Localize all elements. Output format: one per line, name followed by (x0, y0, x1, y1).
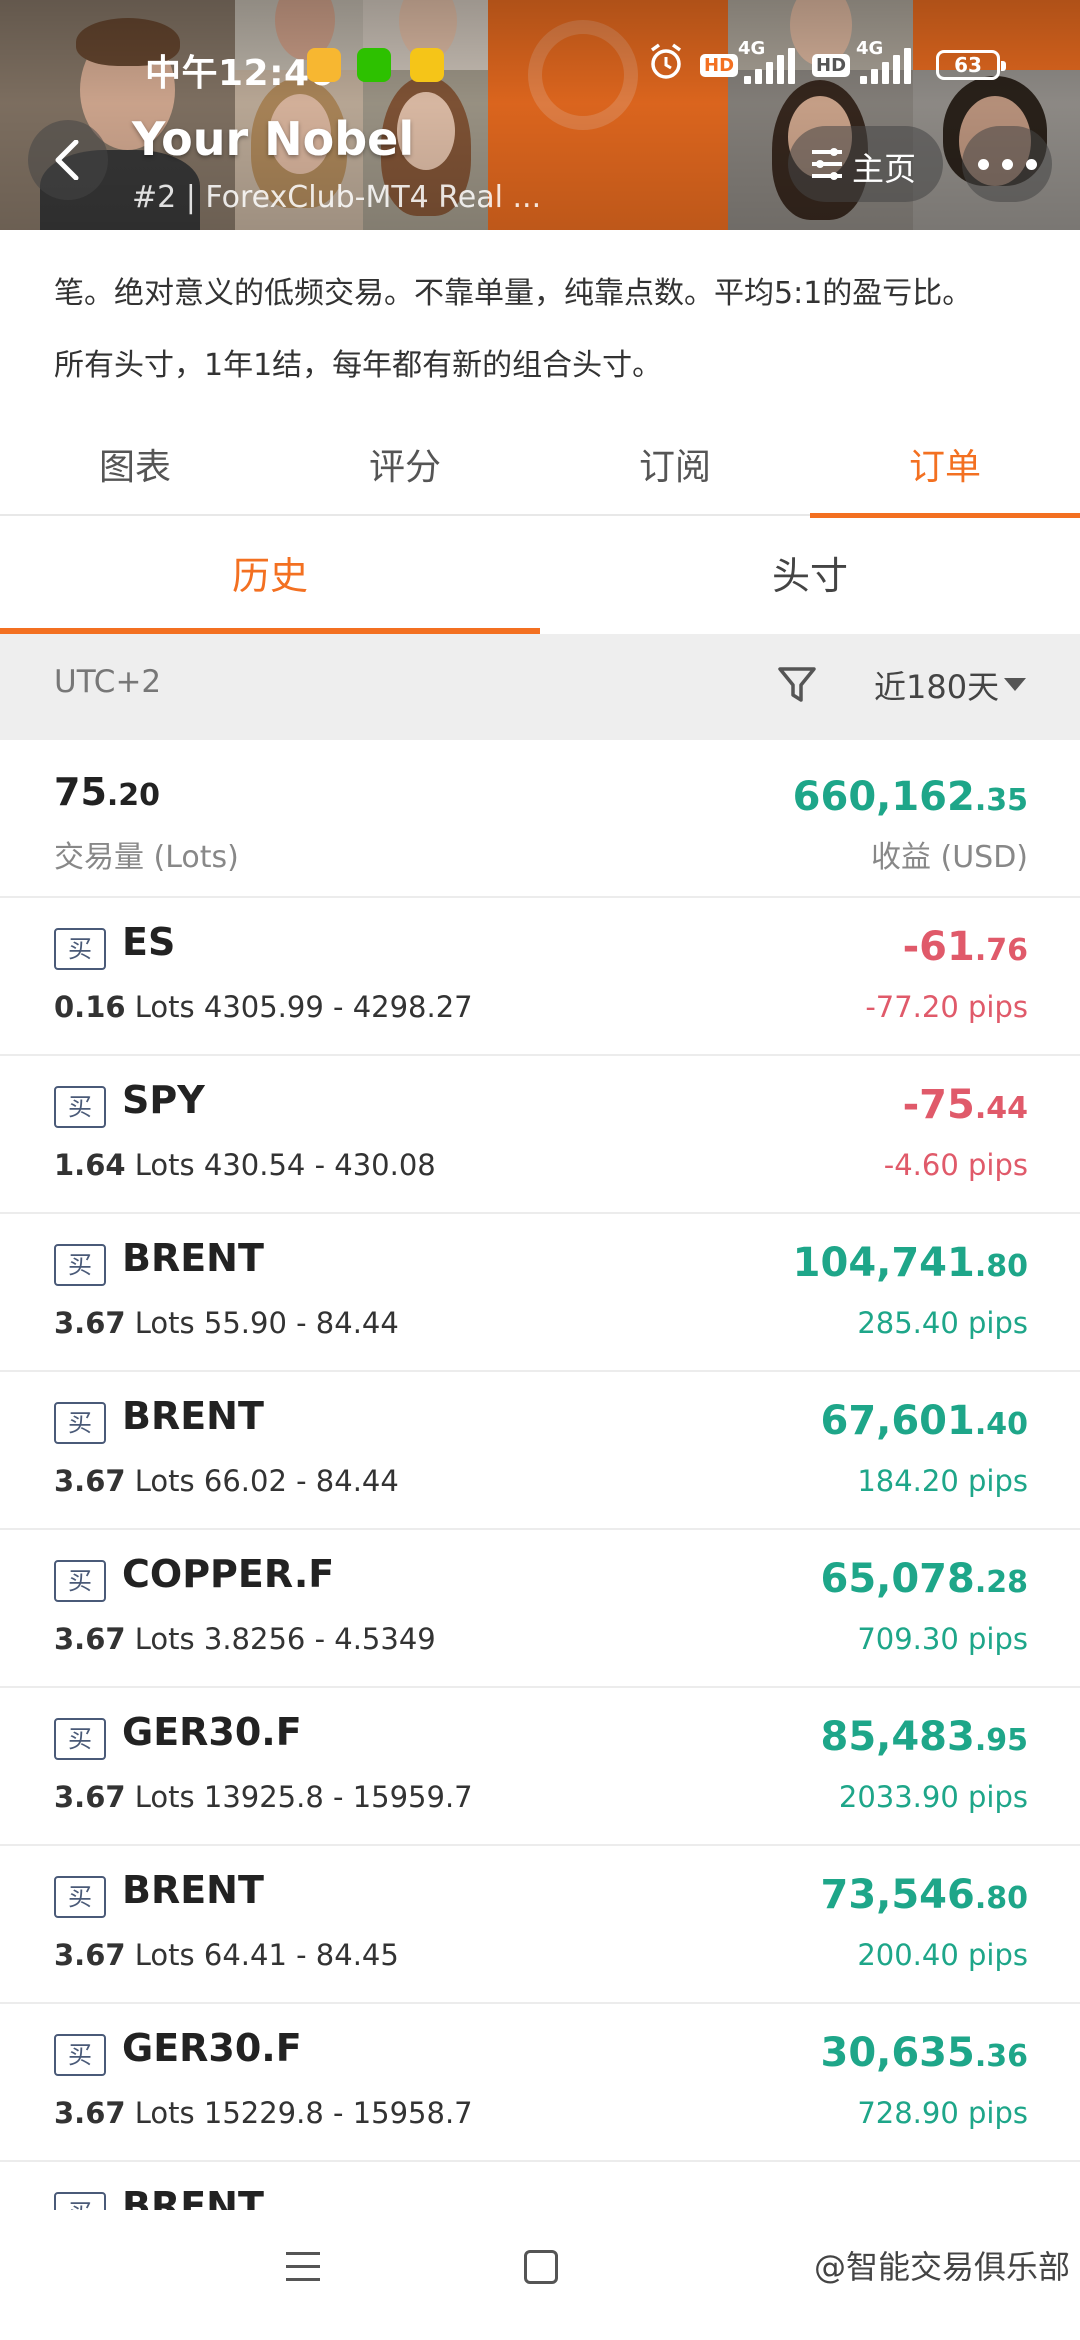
wechat-icon (357, 48, 391, 82)
tab-subscription[interactable]: 订阅 (540, 420, 810, 516)
alarm-icon (648, 42, 684, 88)
order-row[interactable]: 买 BRENT 3.67 Lots 64.41 - 84.45 73,546.8… (0, 1846, 1080, 2004)
timezone-label: UTC+2 (54, 664, 162, 700)
profile-header: 中午12:40 HD 4G HD 4G 63 Your Nobel #2 | F… (0, 0, 1080, 230)
order-profit: 65,078.28 (820, 1556, 1028, 1602)
order-history-list: 买 ES 0.16 Lots 4305.99 - 4298.27 -61.76 … (0, 898, 1080, 2210)
system-navigation-bar: @智能交易俱乐部 (0, 2210, 1080, 2340)
order-row[interactable]: 买 COPPER.F 3.67 Lots 3.8256 - 4.5349 65,… (0, 1530, 1080, 1688)
buy-badge: 买 (54, 1560, 106, 1602)
date-range-select[interactable]: 近180天 (874, 662, 999, 708)
buy-badge: 买 (54, 1718, 106, 1760)
signal-icon (744, 48, 798, 84)
order-row[interactable]: 买 BRENT (0, 2162, 1080, 2210)
buy-badge: 买 (54, 1244, 106, 1286)
buy-badge: 买 (54, 1086, 106, 1128)
subtab-history[interactable]: 历史 (0, 518, 540, 634)
buy-badge: 买 (54, 928, 106, 970)
order-symbol: SPY (122, 1078, 205, 1122)
order-pips: 2033.90 pips (838, 1780, 1028, 1814)
battery-indicator: 63 (936, 50, 1006, 80)
order-pips: 285.40 pips (857, 1306, 1028, 1340)
order-pips: 709.30 pips (857, 1622, 1028, 1656)
order-detail: 0.16 Lots 4305.99 - 4298.27 (54, 990, 473, 1024)
order-pips: 728.90 pips (857, 2096, 1028, 2130)
caret-down-icon[interactable] (1004, 678, 1026, 691)
order-profit: -61.76 (902, 924, 1028, 970)
order-symbol: BRENT (122, 1236, 264, 1280)
filter-bar: UTC+2 近180天 (0, 634, 1080, 740)
tab-orders[interactable]: 订单 (810, 420, 1080, 518)
order-profit: -75.44 (902, 1082, 1028, 1128)
order-row[interactable]: 买 BRENT 3.67 Lots 55.90 - 84.44 104,741.… (0, 1214, 1080, 1372)
order-detail: 3.67 Lots 64.41 - 84.45 (54, 1938, 399, 1972)
menu-lines-icon (812, 148, 842, 180)
hd-indicator: HD (700, 54, 739, 77)
total-profit-label: 收益 (USD) (870, 840, 1028, 875)
back-nav-button[interactable] (760, 2240, 820, 2300)
main-tabs: 图表 评分 订阅 订单 (0, 420, 1080, 518)
order-detail: 3.67 Lots 66.02 - 84.44 (54, 1464, 399, 1498)
order-profit: 104,741.80 (792, 1240, 1028, 1286)
order-pips: 184.20 pips (857, 1464, 1028, 1498)
message-icon (307, 48, 341, 82)
buy-badge: 买 (54, 1876, 106, 1918)
back-button[interactable] (28, 120, 108, 200)
recent-apps-button[interactable] (286, 2252, 320, 2282)
order-row[interactable]: 买 GER30.F 3.67 Lots 15229.8 - 15958.7 30… (0, 2004, 1080, 2162)
home-button[interactable] (524, 2250, 558, 2284)
account-subtitle: #2 | ForexClub-MT4 Real ... (132, 180, 542, 215)
order-subtabs: 历史 头寸 (0, 518, 1080, 634)
order-symbol: GER30.F (122, 1710, 302, 1754)
order-row[interactable]: 买 SPY 1.64 Lots 430.54 - 430.08 -75.44 -… (0, 1056, 1080, 1214)
order-pips: -77.20 pips (865, 990, 1028, 1024)
order-profit: 85,483.95 (820, 1714, 1028, 1760)
order-profit: 30,635.36 (820, 2030, 1028, 2076)
order-detail: 1.64 Lots 430.54 - 430.08 (54, 1148, 436, 1182)
back-arrow-icon (55, 140, 79, 180)
more-options-button[interactable] (962, 126, 1052, 202)
total-lots-label: 交易量 (Lots) (54, 840, 239, 875)
order-detail: 3.67 Lots 3.8256 - 4.5349 (54, 1622, 436, 1656)
order-symbol: BRENT (122, 1394, 264, 1438)
total-lots: 75.20 (54, 770, 161, 814)
filter-funnel-icon[interactable] (776, 664, 818, 710)
order-profit: 67,601.40 (820, 1398, 1028, 1444)
strategy-description: 笔。绝对意义的低频交易。不靠单量，纯靠点数。平均5:1的盈亏比。 所有头寸，1年… (54, 258, 1054, 402)
signal-icon (860, 48, 914, 84)
order-symbol: BRENT (122, 2184, 264, 2210)
home-page-button[interactable]: 主页 (788, 126, 943, 202)
order-symbol: COPPER.F (122, 1552, 335, 1596)
order-row[interactable]: 买 BRENT 3.67 Lots 66.02 - 84.44 67,601.4… (0, 1372, 1080, 1530)
order-detail: 3.67 Lots 55.90 - 84.44 (54, 1306, 399, 1340)
total-profit: 660,162.35 (792, 774, 1028, 820)
buy-badge: 买 (54, 2192, 106, 2210)
buy-badge: 买 (54, 1402, 106, 1444)
order-row[interactable]: 买 GER30.F 3.67 Lots 13925.8 - 15959.7 85… (0, 1688, 1080, 1846)
order-symbol: ES (122, 920, 176, 964)
status-bar: 中午12:40 HD 4G HD 4G 63 (0, 30, 1080, 100)
account-name: Your Nobel (132, 112, 415, 166)
watermark: @智能交易俱乐部 (813, 2248, 1070, 2286)
buy-badge: 买 (54, 2034, 106, 2076)
tab-chart[interactable]: 图表 (0, 420, 270, 516)
order-symbol: GER30.F (122, 2026, 302, 2070)
order-detail: 3.67 Lots 13925.8 - 15959.7 (54, 1780, 473, 1814)
hd-indicator: HD (812, 54, 851, 77)
home-label: 主页 (852, 150, 917, 188)
description-line: 笔。绝对意义的低频交易。不靠单量，纯靠点数。平均5:1的盈亏比。 (54, 276, 973, 311)
history-summary: 75.20 交易量 (Lots) 660,162.35 收益 (USD) (0, 740, 1080, 898)
order-profit: 73,546.80 (820, 1872, 1028, 1918)
order-row[interactable]: 买 ES 0.16 Lots 4305.99 - 4298.27 -61.76 … (0, 898, 1080, 1056)
mail-icon (410, 48, 444, 82)
order-pips: 200.40 pips (857, 1938, 1028, 1972)
subtab-positions[interactable]: 头寸 (540, 518, 1080, 634)
order-detail: 3.67 Lots 15229.8 - 15958.7 (54, 2096, 473, 2130)
tab-rating[interactable]: 评分 (270, 420, 540, 516)
order-pips: -4.60 pips (883, 1148, 1028, 1182)
description-line: 所有头寸，1年1结，每年都有新的组合头寸。 (54, 348, 663, 383)
order-symbol: BRENT (122, 1868, 264, 1912)
